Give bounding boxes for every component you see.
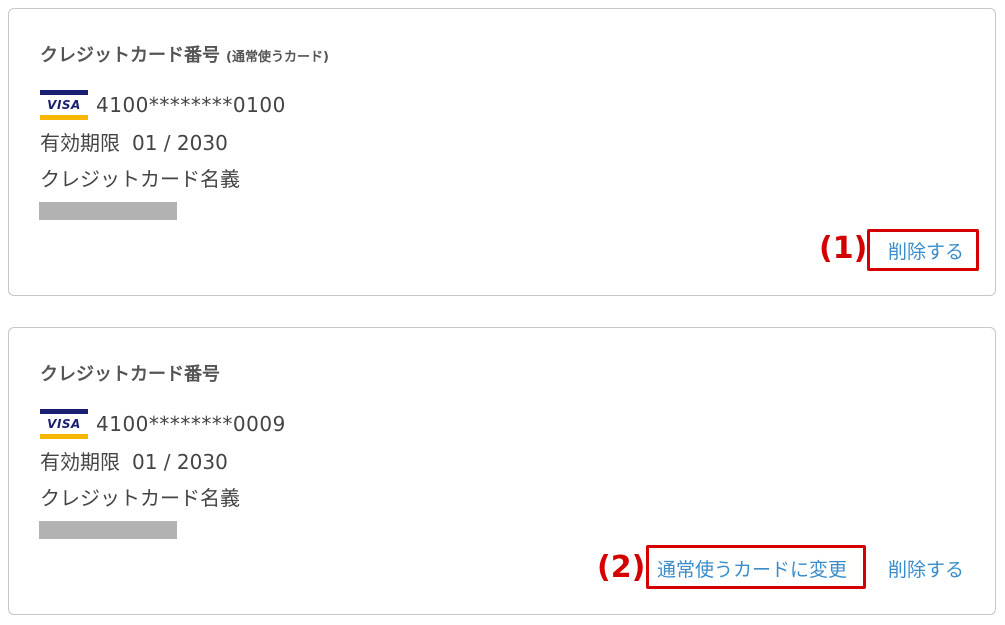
masked-card-number: 4100********0100 [96,93,286,117]
delete-card-button[interactable]: 削除する [888,237,964,264]
expiry-row: 有効期限 01 / 2030 [40,446,228,475]
delete-card-button[interactable]: 削除する [888,555,964,582]
card-number-row: VISA 4100********0100 [40,89,286,121]
credit-card-panel-default: クレジットカード番号 (通常使うカード) VISA 4100********010… [8,8,996,296]
card-number-row: VISA 4100********0009 [40,408,286,440]
visa-logo-icon: VISA [40,90,88,120]
default-card-note: (通常使うカード) [226,50,329,65]
credit-card-panel: クレジットカード番号 VISA 4100********0009 有効期限 01 … [8,327,996,615]
set-default-card-button[interactable]: 通常使うカードに変更 [657,555,847,582]
card-holder-redacted [39,521,177,539]
visa-logo-text: VISA [47,417,81,431]
card-holder-label: クレジットカード名義 [40,486,240,510]
annotation-marker-2: (2) [597,550,646,585]
card-holder-label: クレジットカード名義 [40,167,240,191]
expiry-label: 有効期限 [40,131,120,155]
card-number-heading: クレジットカード番号 [40,360,220,386]
visa-logo-text: VISA [47,98,81,112]
expiry-label: 有効期限 [40,450,120,474]
card-number-heading: クレジットカード番号 (通常使うカード) [40,41,329,67]
expiry-row: 有効期限 01 / 2030 [40,127,228,156]
card-title: クレジットカード番号 [40,364,220,385]
card-holder-redacted [39,202,177,220]
annotation-marker-1: (1) [819,231,868,266]
card-title: クレジットカード番号 [40,45,220,66]
masked-card-number: 4100********0009 [96,412,286,436]
expiry-value: 01 / 2030 [132,450,228,474]
expiry-value: 01 / 2030 [132,131,228,155]
visa-logo-icon: VISA [40,409,88,439]
